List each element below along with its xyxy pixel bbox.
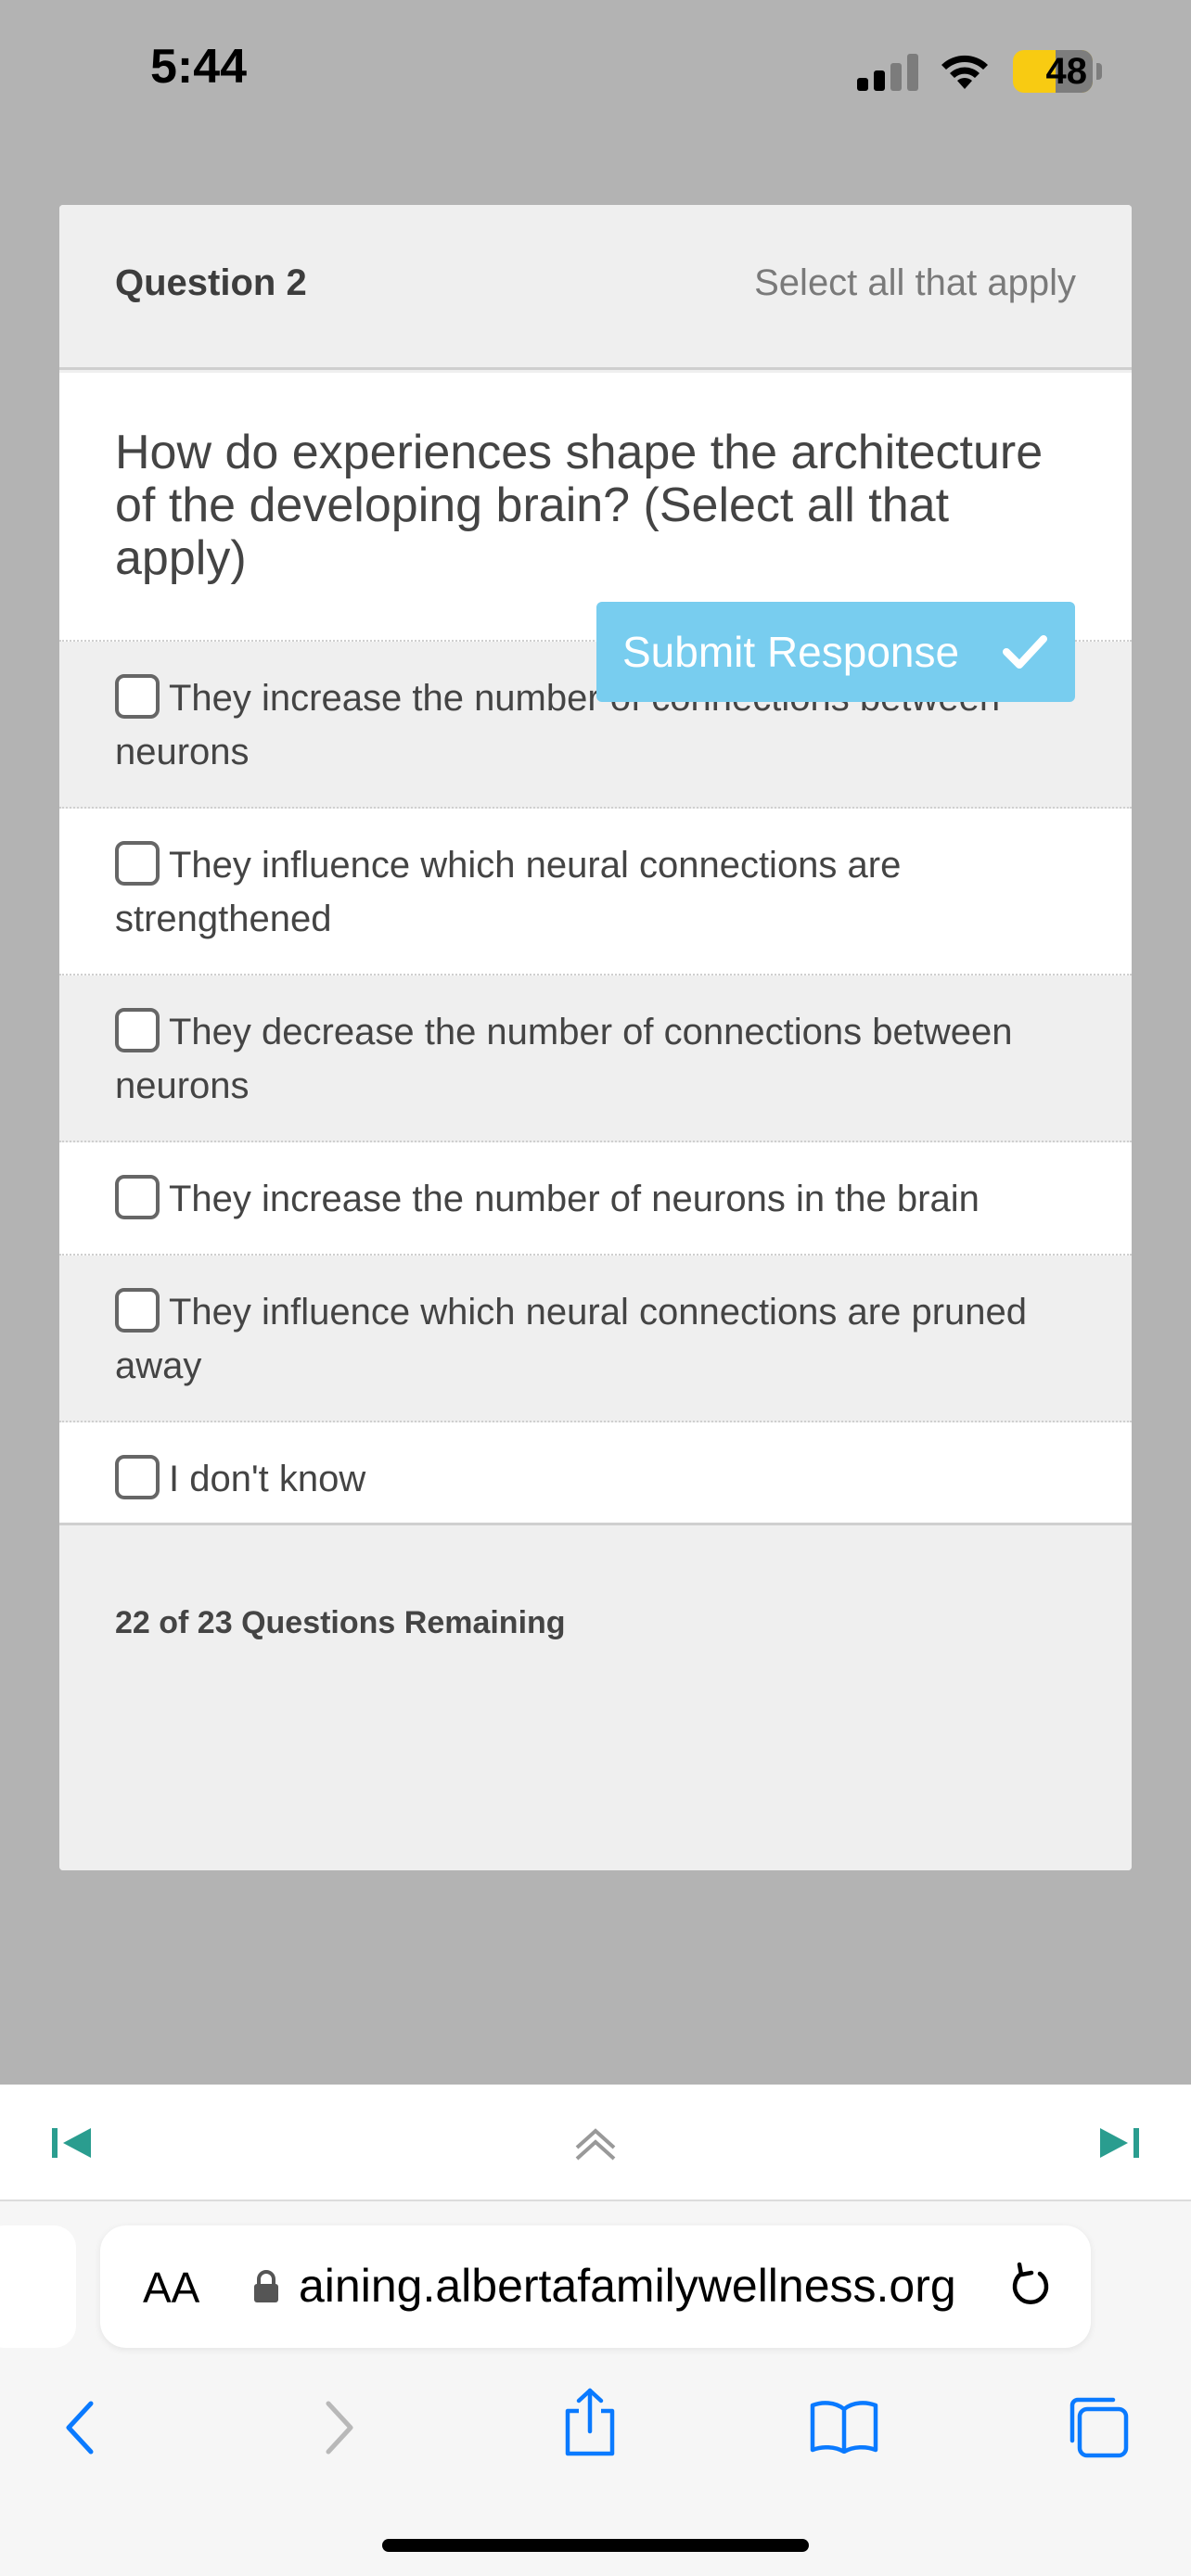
question-number: Question 2 xyxy=(115,262,307,303)
battery-level: 48 xyxy=(1045,51,1088,92)
option-label: They influence which neural connections … xyxy=(115,845,902,939)
share-icon[interactable] xyxy=(560,2387,620,2457)
question-card: Question 2 Select all that apply How do … xyxy=(59,205,1132,1870)
wifi-icon xyxy=(941,55,988,89)
page-nav-toolbar xyxy=(0,2085,1191,2201)
status-bar: 5:44 48 xyxy=(0,0,1191,139)
option-row[interactable]: They influence which neural connections … xyxy=(59,809,1132,976)
aa-label: AA xyxy=(143,2264,200,2312)
card-header: Question 2 Select all that apply xyxy=(59,205,1132,370)
checkbox[interactable] xyxy=(115,1455,160,1499)
browser-nav-bar xyxy=(0,2388,1191,2493)
lock-icon xyxy=(254,2270,278,2302)
battery-tip xyxy=(1096,63,1102,80)
card-footer: 22 of 23 Questions Remaining xyxy=(59,1523,1132,1870)
browser-bottom-bar: AA aining.albertafamilywellness.org xyxy=(0,2201,1191,2576)
option-row[interactable]: They influence which neural connections … xyxy=(59,1256,1132,1422)
option-row[interactable]: They increase the number of neurons in t… xyxy=(59,1142,1132,1256)
url-text: aining.albertafamilywellness.org xyxy=(299,2260,956,2312)
checkmark-icon xyxy=(1003,635,1047,669)
reload-icon[interactable] xyxy=(1007,2259,1054,2311)
question-hint: Select all that apply xyxy=(754,262,1076,303)
questions-remaining: 22 of 23 Questions Remaining xyxy=(115,1605,566,1640)
address-bar[interactable]: AA aining.albertafamilywellness.org xyxy=(100,2225,1091,2348)
status-time: 5:44 xyxy=(150,40,248,94)
cellular-signal-icon xyxy=(857,54,920,91)
checkbox[interactable] xyxy=(115,841,160,886)
checkbox[interactable] xyxy=(115,674,160,719)
submit-response-button[interactable]: Submit Response xyxy=(596,602,1075,702)
option-label: They influence which neural connections … xyxy=(115,1292,1028,1386)
tabs-icon[interactable] xyxy=(1065,2394,1130,2459)
back-icon[interactable] xyxy=(61,2400,98,2455)
forward-icon[interactable] xyxy=(321,2400,358,2455)
checkbox[interactable] xyxy=(115,1288,160,1333)
previous-tab-peek[interactable] xyxy=(0,2225,76,2348)
answer-options: They increase the number of connections … xyxy=(59,642,1132,1534)
option-row[interactable]: I don't know xyxy=(59,1422,1132,1534)
skip-to-last-icon[interactable] xyxy=(1098,2126,1139,2160)
question-text: How do experiences shape the architectur… xyxy=(115,426,1044,585)
option-label: They increase the number of neurons in t… xyxy=(169,1179,980,1219)
checkbox[interactable] xyxy=(115,1008,160,1052)
submit-label: Submit Response xyxy=(622,628,960,676)
option-label: I don't know xyxy=(169,1459,366,1499)
skip-to-first-icon[interactable] xyxy=(52,2126,93,2160)
home-indicator xyxy=(382,2539,809,2552)
bookmarks-icon[interactable] xyxy=(809,2398,879,2454)
option-row[interactable]: They decrease the number of connections … xyxy=(59,976,1132,1142)
reader-options-button[interactable]: AA xyxy=(143,2263,199,2313)
collapse-up-icon[interactable] xyxy=(573,2125,618,2162)
option-label: They decrease the number of connections … xyxy=(115,1012,1013,1106)
battery-icon: 48 xyxy=(1013,50,1093,93)
checkbox[interactable] xyxy=(115,1175,160,1219)
